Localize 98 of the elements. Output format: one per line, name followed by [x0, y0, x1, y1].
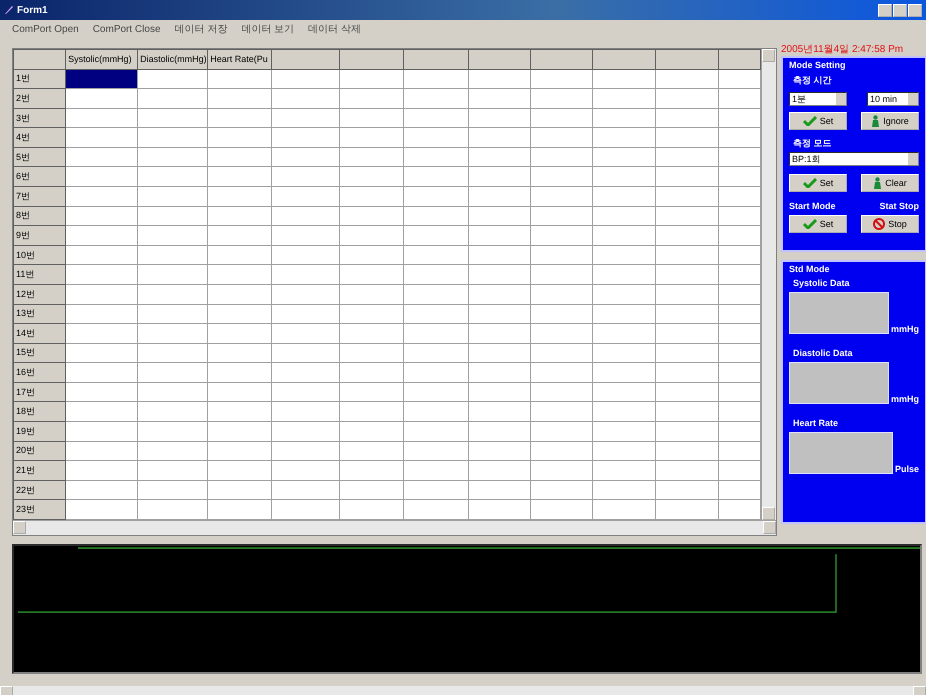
menu-item[interactable]: 데이터 저장: [174, 22, 228, 36]
table-cell[interactable]: [66, 382, 138, 402]
panel-button[interactable]: Stop: [861, 215, 919, 233]
row-header[interactable]: 12번: [14, 284, 66, 304]
table-cell[interactable]: [66, 284, 138, 304]
row-header[interactable]: 11번: [14, 264, 66, 284]
table-cell[interactable]: [66, 402, 138, 422]
unit-label: mmHg: [890, 324, 919, 334]
interval-label: 측정 시간: [793, 74, 833, 87]
row-header[interactable]: 7번: [14, 186, 66, 206]
menu-item[interactable]: 데이터 보기: [241, 22, 294, 36]
column-header[interactable]: [655, 50, 718, 70]
interval-dropdown[interactable]: 10 min: [867, 92, 919, 106]
menu-item[interactable]: ComPort Close: [92, 24, 161, 34]
column-header[interactable]: Diastolic(mmHg): [138, 50, 208, 70]
row-header[interactable]: 18번: [14, 402, 66, 422]
person-icon: [873, 177, 882, 189]
row-header[interactable]: 16번: [14, 362, 66, 382]
column-header[interactable]: [530, 50, 592, 70]
row-header[interactable]: 23번: [14, 500, 66, 520]
minimize-button[interactable]: [878, 4, 892, 16]
column-header[interactable]: [468, 50, 530, 70]
horizontal-scrollbar[interactable]: [0, 686, 926, 695]
stop-icon: [873, 218, 886, 230]
unit-label: mmHg: [890, 394, 919, 404]
table-cell[interactable]: [66, 480, 138, 500]
row-header[interactable]: 19번: [14, 421, 66, 442]
row-header[interactable]: 3번: [14, 108, 66, 128]
check-icon: [802, 116, 817, 126]
stop-label: Stat Stop: [880, 201, 919, 211]
start-label: Start Mode: [789, 201, 836, 211]
table-cell[interactable]: [66, 304, 138, 324]
row-header[interactable]: 20번: [14, 441, 66, 461]
clock-text: 2005년11월4일 2:47:58 Pm: [781, 43, 904, 56]
menu-item[interactable]: 데이터 삭제: [308, 22, 361, 36]
check-icon: [802, 219, 817, 229]
table-cell[interactable]: [66, 460, 138, 480]
row-header[interactable]: 15번: [14, 343, 66, 363]
column-header[interactable]: [272, 50, 340, 70]
table-cell[interactable]: [66, 226, 138, 246]
column-header[interactable]: [592, 50, 656, 70]
mode-dropdown[interactable]: BP:1회: [789, 152, 919, 166]
row-header[interactable]: 10번: [14, 245, 66, 265]
vertical-scrollbar[interactable]: [761, 49, 776, 520]
horizontal-scrollbar[interactable]: [13, 520, 776, 535]
panel-button[interactable]: Set: [789, 174, 847, 192]
column-header[interactable]: Systolic(mmHg): [66, 50, 138, 70]
panel-title: Std Mode: [789, 264, 830, 274]
table-cell[interactable]: [66, 362, 138, 382]
row-header[interactable]: 6번: [14, 166, 66, 187]
reading-label: Systolic Data: [793, 278, 851, 288]
row-header[interactable]: 5번: [14, 147, 66, 167]
table-cell[interactable]: [66, 264, 138, 284]
table-cell[interactable]: [66, 343, 138, 363]
row-header[interactable]: 2번: [14, 88, 66, 108]
reading-label: Heart Rate: [793, 418, 840, 428]
table-cell[interactable]: [66, 245, 138, 265]
column-header[interactable]: [718, 50, 760, 70]
maximize-button[interactable]: [893, 4, 907, 16]
interval-dropdown[interactable]: 1분: [789, 92, 847, 106]
column-header[interactable]: Heart Rate(Pu: [208, 50, 272, 70]
table-cell[interactable]: [66, 441, 138, 461]
row-header[interactable]: 17번: [14, 382, 66, 402]
panel-button[interactable]: Set: [789, 215, 847, 233]
mode-label: 측정 모드: [793, 137, 833, 150]
table-cell[interactable]: [66, 128, 138, 148]
table-cell[interactable]: [66, 186, 138, 206]
panel-button[interactable]: Ignore: [861, 112, 919, 130]
window-title: Form1: [17, 4, 48, 16]
table-cell[interactable]: [66, 69, 138, 89]
row-header[interactable]: 8번: [14, 206, 66, 226]
row-header[interactable]: 13번: [14, 304, 66, 324]
table-cell[interactable]: [66, 108, 138, 128]
row-header[interactable]: 21번: [14, 460, 66, 480]
person-icon: [871, 115, 880, 127]
row-header[interactable]: 14번: [14, 324, 66, 344]
check-icon: [802, 178, 817, 188]
menu-item[interactable]: ComPort Open: [12, 24, 79, 34]
table-cell[interactable]: [66, 324, 138, 344]
panel-title: Mode Setting: [789, 60, 846, 70]
unit-label: Pulse: [894, 464, 919, 474]
table-cell[interactable]: [66, 88, 138, 108]
reading-label: Diastolic Data: [793, 348, 854, 358]
panel-button[interactable]: Clear: [861, 174, 919, 192]
row-header[interactable]: 22번: [14, 480, 66, 500]
corner-cell: [14, 50, 66, 70]
table-cell[interactable]: [66, 206, 138, 226]
column-header[interactable]: [404, 50, 468, 70]
panel-button[interactable]: Set: [789, 112, 847, 130]
table-cell[interactable]: [66, 147, 138, 167]
column-header[interactable]: [340, 50, 404, 70]
row-header[interactable]: 1번: [14, 69, 66, 89]
row-header[interactable]: 9번: [14, 226, 66, 246]
close-button[interactable]: [908, 4, 922, 16]
table-cell[interactable]: [66, 166, 138, 187]
pen-icon: [4, 5, 14, 15]
row-header[interactable]: 4번: [14, 128, 66, 148]
table-cell[interactable]: [66, 421, 138, 442]
